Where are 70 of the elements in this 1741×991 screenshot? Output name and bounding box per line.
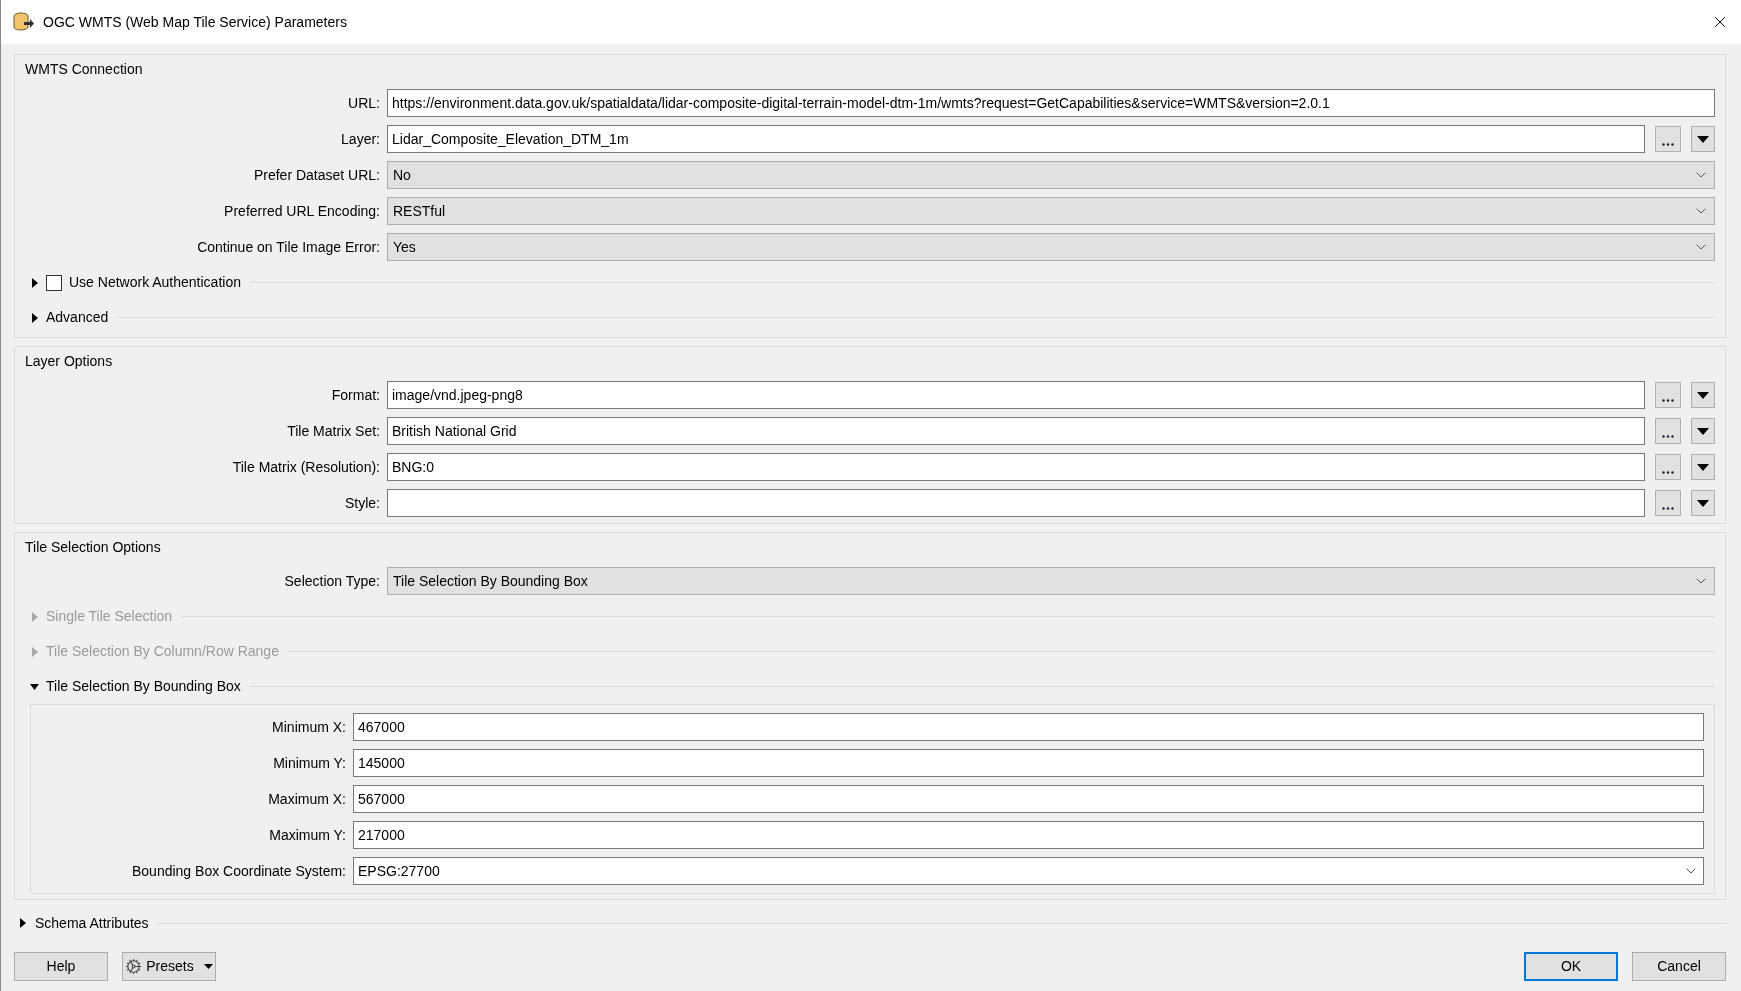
ellipsis-icon [1662,471,1674,474]
group-title: Layer Options [25,351,113,371]
text-field[interactable]: https://environment.data.gov.uk/spatialdata/lidar-composite-digital-terrain-model-dtm-1m/wmts?request=GetCapabilities&service=WMTS&version=2.0.1 [387,89,1715,117]
text-field[interactable]: image/vnd.jpeg-png8 [387,381,1645,409]
text-field[interactable]: BNG:0 [387,453,1645,481]
text-field[interactable]: 217000 [353,821,1704,849]
dropdown-select[interactable]: RESTful [387,197,1715,225]
dropdown-button[interactable] [1691,382,1715,408]
field-label: Maximum X: [268,791,346,807]
caret-icon [203,964,213,969]
dialog-button[interactable]: OK [1524,952,1618,981]
text-field[interactable] [387,489,1645,517]
ellipsis-icon [1662,435,1674,438]
field-label: Style: [345,495,380,511]
expand-triangle-icon[interactable] [30,312,39,323]
browse-button[interactable] [1655,126,1681,152]
presets-button[interactable]: Presets [122,952,216,981]
field-label: Tile Matrix Set: [287,423,380,439]
text-field[interactable]: 567000 [353,785,1704,813]
field-label: Prefer Dataset URL: [253,167,380,183]
text-field[interactable]: Lidar_Composite_Elevation_DTM_1m [387,125,1645,153]
section-header[interactable]: Use Network Authentication [69,272,241,293]
caret-icon [1697,135,1709,143]
field-label: Minimum Y: [273,755,346,771]
dialog-button[interactable]: Cancel [1632,952,1726,981]
expand-triangle-icon[interactable] [18,918,27,928]
combo-field[interactable]: EPSG:27700 [353,857,1704,885]
caret-icon [1697,427,1709,435]
dropdown-button[interactable] [1691,418,1715,444]
group-title: Tile Selection Options [25,537,161,557]
field-label: Tile Matrix (Resolution): [232,459,380,475]
text-field[interactable]: British National Grid [387,417,1645,445]
field-label: Format: [331,387,380,403]
field-label: Selection Type: [284,573,380,589]
collapse-triangle-icon[interactable] [30,681,39,692]
browse-button[interactable] [1655,382,1681,408]
field-label: Layer: [341,131,380,147]
ellipsis-icon [1662,507,1674,510]
group-title: WMTS Connection [25,59,143,79]
window-title: OGC WMTS (Web Map Tile Service) Parameters [43,12,347,32]
dropdown-button[interactable] [1691,490,1715,516]
dropdown-button[interactable] [1691,126,1715,152]
dropdown-select[interactable]: Yes [387,233,1715,261]
field-label: URL: [348,95,380,111]
checkbox[interactable] [46,274,62,291]
caret-icon [1697,391,1709,399]
browse-button[interactable] [1655,454,1681,480]
ellipsis-icon [1662,399,1674,402]
text-field[interactable]: 467000 [353,713,1704,741]
dropdown-select[interactable]: Tile Selection By Bounding Box [387,567,1715,595]
caret-icon [1697,499,1709,507]
caret-icon [1697,463,1709,471]
section-header[interactable]: Tile Selection By Bounding Box [46,676,241,697]
expand-triangle-icon[interactable] [30,277,39,288]
gear-icon [125,958,143,975]
section-header[interactable]: Schema Attributes [35,912,149,934]
text-field[interactable]: 145000 [353,749,1704,777]
database-icon [13,12,35,32]
browse-button[interactable] [1655,490,1681,516]
dropdown-select[interactable]: No [387,161,1715,189]
field-label: Preferred URL Encoding: [224,203,380,219]
ellipsis-icon [1662,143,1674,146]
dropdown-button[interactable] [1691,454,1715,480]
section-header[interactable]: Advanced [46,307,109,328]
field-label: Bounding Box Coordinate System: [132,863,346,879]
dialog-button[interactable]: Help [14,952,108,981]
browse-button[interactable] [1655,418,1681,444]
field-label: Continue on Tile Image Error: [197,239,380,255]
field-label: Maximum Y: [269,827,346,843]
field-label: Minimum X: [272,719,346,735]
